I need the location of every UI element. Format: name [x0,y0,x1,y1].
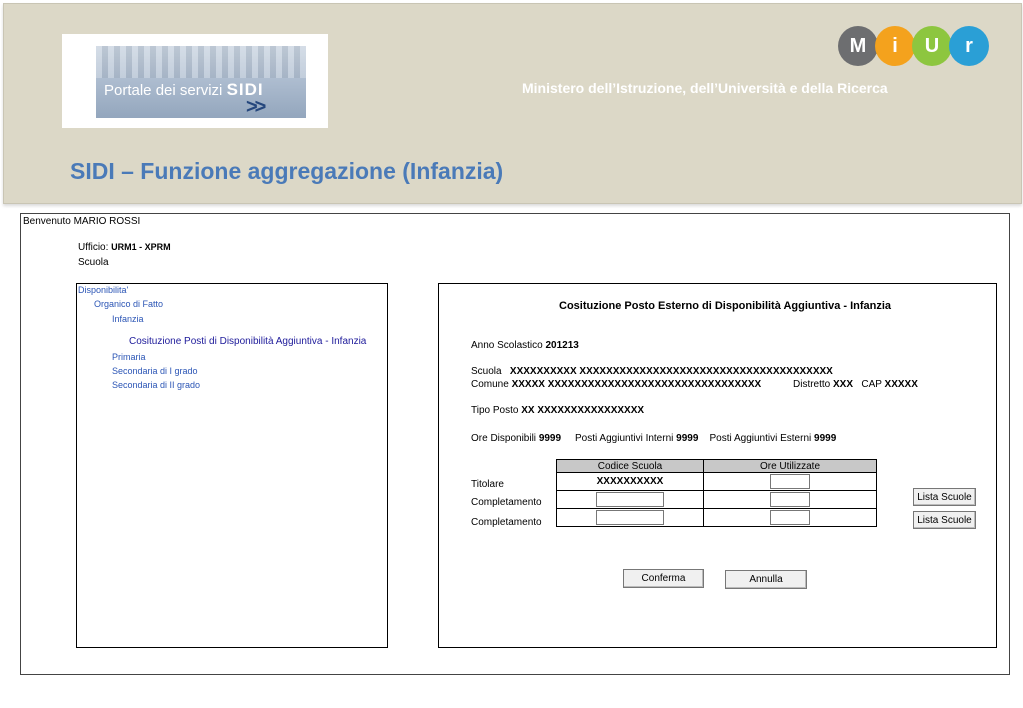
logo-text: Portale dei servizi [104,82,223,99]
comune-row: Comune XXXXX XXXXXXXXXXXXXXXXXXXXXXXXXXX… [471,379,761,390]
tipo-label: Tipo Posto [471,405,519,416]
header-ore-utilizzate: Ore Utilizzate [703,459,877,473]
tree-item-infanzia[interactable]: Infanzia [112,314,144,324]
scuola-label: Scuola [78,257,109,268]
ufficio-info: Ufficio: URM1 - XPRM [78,242,171,253]
form-panel: Cosituzione Posto Esterno di Disponibili… [438,283,997,648]
annulla-button[interactable]: Annulla [725,570,807,589]
ore-disp-label: Ore Disponibili [471,433,537,444]
welcome-text: Benvenuto MARIO ROSSI [23,216,141,227]
scuola-label: Scuola [471,366,502,377]
assignment-table: Codice Scuola Ore Utilizzate XXXXXXXXXX [556,459,877,527]
miur-letter-m: M [838,26,878,66]
miur-letter-u: U [912,26,952,66]
logo-arrows: >> [246,96,266,118]
distretto-label: Distretto [793,379,831,390]
conferma-button[interactable]: Conferma [623,569,704,588]
miur-letter-i: i [875,26,915,66]
anno-value: 201213 [545,340,579,351]
scuola-value: XXXXXXXXXX XXXXXXXXXXXXXXXXXXXXXXXXXXXXX… [509,366,833,377]
row-label-completamento-2: Completamento [471,517,542,528]
table-row [556,490,877,509]
tree-item-primaria[interactable]: Primaria [112,352,146,362]
sidi-logo: Portale dei servizi SIDI >> [62,34,328,128]
table-header-row: Codice Scuola Ore Utilizzate [556,459,877,473]
posti-int-label: Posti Aggiuntivi Interni [574,433,674,444]
completamento-1-ore-input[interactable] [770,492,810,507]
tipo-posto-row: Tipo Posto XX XXXXXXXXXXXXXXXX [471,405,644,416]
ore-disp-value: 9999 [538,433,562,444]
posti-est-value: 9999 [814,433,837,444]
completamento-2-codice-input[interactable] [596,510,664,525]
tree-item-organico-di-fatto[interactable]: Organico di Fatto [94,299,163,309]
tree-item-secondaria-i-grado[interactable]: Secondaria di I grado [112,366,198,376]
tree-item-cosituzione-posti[interactable]: Cosituzione Posti di Disponibilità Aggiu… [129,336,366,347]
cap-label: CAP [861,379,882,390]
miur-logo: M i U r [838,26,990,68]
row-label-titolare: Titolare [471,479,504,490]
titolare-ore-input[interactable] [770,474,810,489]
anno-label: Anno Scolastico [471,340,543,351]
ufficio-value: URM1 - XPRM [111,242,171,252]
navigation-tree: Disponibilita' Organico di Fatto Infanzi… [76,283,388,648]
row-label-completamento-1: Completamento [471,497,542,508]
table-row [556,508,877,527]
completamento-2-ore-input[interactable] [770,510,810,525]
ore-row: Ore Disponibili 9999 Posti Aggiuntivi In… [471,433,836,444]
lista-scuole-button-2[interactable]: Lista Scuole [913,511,976,529]
posti-est-label: Posti Aggiuntivi Esterni [709,433,812,444]
header-codice-scuola: Codice Scuola [556,459,704,473]
app-frame: Benvenuto MARIO ROSSI Ufficio: URM1 - XP… [20,213,1010,675]
anno-scolastico: Anno Scolastico 201213 [471,340,579,351]
cap-value: XXXXX [884,379,918,390]
tipo-value: XX XXXXXXXXXXXXXXXX [521,405,645,416]
posti-int-value: 9999 [676,433,699,444]
page-title: SIDI – Funzione aggregazione (Infanzia) [70,158,504,184]
scuola-row: Scuola XXXXXXXXXX XXXXXXXXXXXXXXXXXXXXXX… [471,366,833,377]
titolare-codice-value: XXXXXXXXXX [596,476,664,487]
header-banner: Portale dei servizi SIDI >> M i U r Mini… [3,3,1022,204]
comune-label: Comune [471,379,509,390]
ufficio-label: Ufficio: [78,242,109,253]
distretto-value: XXX [833,379,854,390]
tree-item-disponibilita[interactable]: Disponibilita' [78,285,128,295]
tree-item-secondaria-ii-grado[interactable]: Secondaria di II grado [112,380,200,390]
miur-letter-r: r [949,26,989,66]
distretto-cap: Distretto XXX CAP XXXXX [793,379,918,390]
titolare-codice: XXXXXXXXXX [556,472,704,491]
completamento-1-codice-input[interactable] [596,492,664,507]
form-title: Cosituzione Posto Esterno di Disponibili… [559,300,892,312]
table-row: XXXXXXXXXX [556,472,877,491]
lista-scuole-button-1[interactable]: Lista Scuole [913,488,976,506]
comune-value: XXXXX XXXXXXXXXXXXXXXXXXXXXXXXXXXXXXXX [511,379,762,390]
ministry-name: Ministero dell’Istruzione, dell’Universi… [522,80,888,96]
